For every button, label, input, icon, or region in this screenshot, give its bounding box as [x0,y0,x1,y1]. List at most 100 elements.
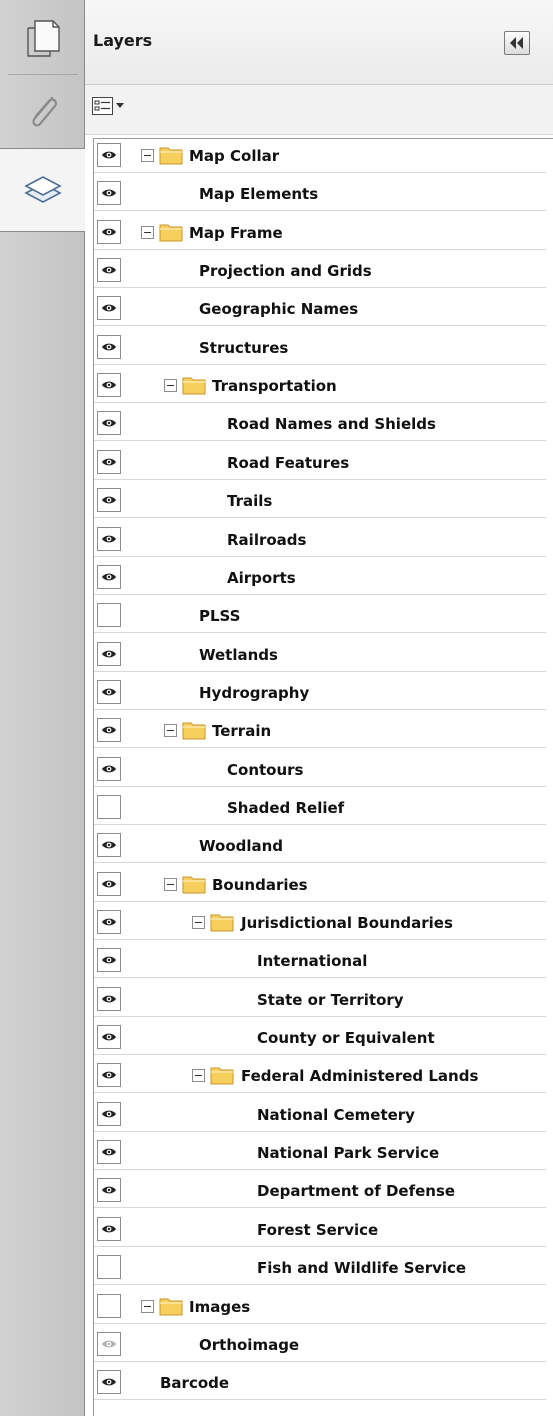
collapse-minus-icon[interactable] [141,225,154,239]
layer-row[interactable]: Projection and Grids [94,254,546,289]
layer-label: Road Names and Shields [227,415,436,434]
folder-icon [182,374,206,396]
layer-row[interactable]: Shaded Relief [94,791,546,825]
visibility-toggle[interactable] [97,411,121,436]
layer-row[interactable]: State or Territory [94,983,546,1017]
layer-group-row[interactable]: Jurisdictional Boundaries [94,906,546,940]
visibility-toggle[interactable] [97,1370,121,1395]
layer-row[interactable]: Road Features [94,446,546,480]
layer-label: Projection and Grids [199,262,372,281]
visibility-toggle[interactable] [97,258,121,283]
eye-icon [101,1109,117,1119]
layer-row[interactable]: Trails [94,484,546,519]
layer-row[interactable]: Airports [94,561,546,595]
layer-group-row[interactable]: Boundaries [94,868,546,902]
layer-group-row[interactable]: Terrain [94,714,546,749]
layer-row[interactable]: Map Elements [94,177,546,212]
eye-icon [101,495,117,505]
layer-row[interactable]: Woodland [94,829,546,864]
visibility-toggle[interactable] [97,718,121,743]
visibility-toggle[interactable] [97,1063,121,1088]
layer-row[interactable]: Barcode [94,1366,546,1401]
visibility-toggle[interactable] [97,1101,121,1126]
layer-row[interactable]: Fish and Wildlife Service [94,1251,546,1286]
layers-tab[interactable] [0,148,86,232]
visibility-toggle[interactable] [97,1255,121,1280]
layer-row[interactable]: Department of Defense [94,1174,546,1209]
collapse-minus-icon[interactable] [192,1069,205,1083]
collapse-minus-icon[interactable] [192,916,205,929]
visibility-toggle[interactable] [97,219,121,244]
visibility-toggle[interactable] [97,526,121,551]
visibility-toggle[interactable] [97,1025,121,1050]
pages-tab[interactable] [0,0,85,75]
layer-group-row[interactable]: Transportation [94,369,546,404]
layer-group-row[interactable]: Map Frame [94,216,546,250]
visibility-toggle[interactable] [97,1216,121,1241]
layer-label: Boundaries [212,875,308,894]
visibility-toggle[interactable] [97,296,121,321]
visibility-toggle[interactable] [97,449,121,474]
attachments-tab[interactable] [0,75,85,150]
visibility-toggle[interactable] [97,986,121,1011]
layer-row[interactable]: National Cemetery [94,1098,546,1132]
layer-label: Shaded Relief [227,798,345,817]
visibility-toggle[interactable] [97,833,121,858]
layer-row[interactable]: Forest Service [94,1213,546,1247]
visibility-toggle[interactable] [97,488,121,513]
layer-row[interactable]: Contours [94,753,546,787]
layer-row[interactable]: Hydrography [94,676,546,710]
collapse-panel-button[interactable] [504,31,530,55]
layer-row[interactable]: Railroads [94,523,546,557]
layer-row[interactable]: International [94,944,546,979]
layer-row[interactable]: Structures [94,331,546,365]
visibility-toggle[interactable] [97,603,121,628]
collapse-minus-icon[interactable] [164,877,177,891]
visibility-toggle[interactable] [97,564,121,589]
visibility-toggle[interactable] [97,143,121,167]
layer-label: National Park Service [257,1144,440,1163]
visibility-toggle[interactable] [97,679,121,704]
visibility-toggle[interactable] [97,1140,121,1165]
layer-row[interactable]: Wetlands [94,638,546,672]
layer-label: Trails [227,492,273,511]
visibility-toggle[interactable] [97,373,121,398]
layer-row[interactable]: Road Names and Shields [94,407,546,442]
layer-group-row[interactable]: Map Collar [94,139,546,173]
layer-label: Federal Administered Lands [241,1067,479,1086]
eye-icon [101,342,117,352]
visibility-toggle[interactable] [97,1331,121,1356]
collapse-minus-icon[interactable] [141,149,154,162]
collapse-minus-icon[interactable] [141,1299,154,1313]
visibility-toggle[interactable] [97,948,121,973]
layer-row[interactable]: Geographic Names [94,292,546,327]
eye-icon [101,1070,117,1080]
collapse-minus-icon[interactable] [164,724,177,738]
visibility-toggle[interactable] [97,910,121,934]
visibility-toggle[interactable] [97,756,121,781]
visibility-toggle[interactable] [97,181,121,206]
collapse-minus-icon[interactable] [164,379,177,393]
visibility-toggle[interactable] [97,334,121,359]
layer-row[interactable]: County or Equivalent [94,1021,546,1056]
layer-label: Structures [199,338,289,357]
layer-row[interactable]: Orthoimage [94,1328,546,1362]
layer-label: Railroads [227,530,307,549]
layer-label: National Cemetery [257,1105,415,1124]
visibility-toggle[interactable] [97,1178,121,1203]
visibility-toggle[interactable] [97,871,121,896]
eye-icon [101,265,117,275]
layer-group-row[interactable]: Images [94,1290,546,1324]
layer-label: Terrain [212,722,272,741]
layer-label: State or Territory [257,990,404,1009]
layer-row[interactable]: National Park Service [94,1136,546,1171]
visibility-toggle[interactable] [97,641,121,666]
visibility-toggle[interactable] [97,1293,121,1318]
layer-row[interactable]: PLSS [94,599,546,634]
options-menu-button[interactable] [91,95,127,117]
visibility-toggle[interactable] [97,794,121,819]
layer-group-row[interactable]: Federal Administered Lands [94,1059,546,1094]
layer-label: Map Elements [199,185,319,204]
layer-label: Hydrography [199,683,310,702]
layer-label: Orthoimage [199,1335,300,1354]
